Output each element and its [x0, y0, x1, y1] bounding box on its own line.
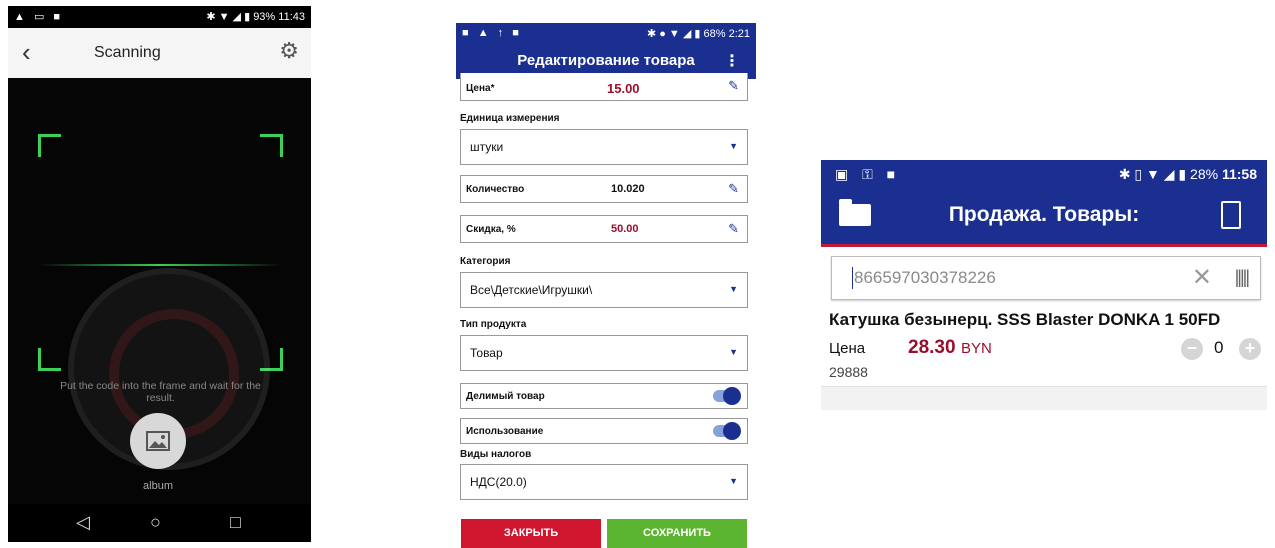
unit-select[interactable]: штуки ▼: [460, 129, 748, 165]
divisible-row: Делимый товар: [460, 383, 748, 409]
image-icon: [146, 431, 170, 451]
page-title: Редактирование товара: [517, 52, 695, 69]
status-bar: ■ ▲ ↑ ■ ✱ ● ▼ ◢ ▮ 68% 2:21: [456, 23, 756, 45]
divisible-label: Делимый товар: [466, 391, 545, 402]
price-label: Цена*: [466, 83, 495, 94]
chevron-down-icon: ▼: [729, 284, 738, 294]
status-icons-right: ✱ ● ▼ ◢ ▮: [646, 28, 704, 40]
price-field[interactable]: Цена* 15.00 ✎: [460, 73, 748, 101]
scanner-screen: ▲ ▭ ■ ✱ ▼ ◢ ▮ 93% 11:43 ‹ Scanning ⚙ Put…: [8, 6, 311, 542]
discount-label: Скидка, %: [466, 224, 516, 235]
status-icons: ▲ ▭ ■: [14, 11, 64, 23]
usage-row: Использование: [460, 418, 748, 444]
edit-pencil-icon[interactable]: ✎: [728, 78, 739, 94]
tax-value: НДС(20.0): [470, 475, 527, 489]
currency: BYN: [961, 340, 992, 357]
quantity-value: 10.020: [611, 183, 645, 195]
status-icons-right: ✱ ▼ ◢ ▮: [206, 11, 254, 23]
product-type-value: Товар: [470, 346, 503, 360]
unit-label: Единица измерения: [460, 113, 560, 124]
album-label: album: [143, 480, 173, 492]
barcode-search-input[interactable]: 866597030378226 ✕ |||||: [831, 256, 1261, 300]
battery-percent: 28%: [1190, 166, 1219, 182]
category-label: Категория: [460, 256, 511, 267]
category-value: Все\Детские\Игрушки\: [470, 283, 593, 297]
scanner-header: ‹ Scanning ⚙: [8, 28, 311, 78]
price-label: Цена: [829, 340, 866, 357]
tax-select[interactable]: НДС(20.0) ▼: [460, 464, 748, 500]
more-menu-icon[interactable]: ⋮: [724, 51, 740, 71]
clock: 11:43: [278, 11, 305, 23]
quantity-value: 0: [1214, 338, 1224, 357]
product-name[interactable]: Катушка безынерц. SSS Blaster DONKA 1 50…: [829, 310, 1220, 330]
product-type-select[interactable]: Товар ▼: [460, 335, 748, 371]
status-icons-right: ✱ ▯ ▼ ◢ ▮: [1118, 166, 1191, 182]
album-button[interactable]: [130, 413, 186, 469]
usage-label: Использование: [466, 426, 544, 437]
app-toolbar: Продажа. Товары:: [821, 188, 1267, 247]
page-title: Продажа. Товары:: [948, 203, 1140, 226]
status-bar: ▲ ▭ ■ ✱ ▼ ◢ ▮ 93% 11:43: [8, 6, 311, 28]
product-editor-screen: ■ ▲ ↑ ■ ✱ ● ▼ ◢ ▮ 68% 2:21 Редактировани…: [456, 23, 756, 548]
frame-corner-bottom-left: [38, 348, 61, 371]
increment-button[interactable]: +: [1239, 338, 1261, 360]
unit-value: штуки: [470, 140, 504, 154]
page-title: Scanning: [94, 44, 161, 61]
gear-icon[interactable]: ⚙: [279, 38, 299, 64]
nav-recents-icon[interactable]: □: [230, 512, 241, 533]
category-select[interactable]: Все\Детские\Игрушки\ ▼: [460, 272, 748, 308]
sale-screen: ▣ ⚿ ■ ✱ ▯ ▼ ◢ ▮ 28% 11:58 Продажа. Товар…: [821, 160, 1267, 410]
chevron-down-icon: ▼: [729, 476, 738, 486]
clock: 11:58: [1221, 166, 1257, 182]
nav-home-icon[interactable]: ○: [150, 512, 161, 533]
calculator-icon[interactable]: [1221, 201, 1241, 229]
clear-icon[interactable]: ✕: [1192, 263, 1212, 292]
decrement-button[interactable]: −: [1181, 338, 1203, 360]
discount-field[interactable]: Скидка, % 50.00 ✎: [460, 215, 748, 243]
system-nav-bar: ◁ ○ □: [8, 504, 311, 542]
frame-corner-top-right: [260, 134, 283, 157]
chevron-down-icon: ▼: [729, 347, 738, 357]
discount-value: 50.00: [611, 223, 639, 235]
back-icon[interactable]: ‹: [22, 38, 31, 66]
list-divider: [821, 386, 1267, 410]
edit-pencil-icon[interactable]: ✎: [728, 221, 739, 237]
chevron-down-icon: ▼: [729, 141, 738, 151]
search-value: 866597030378226: [854, 268, 996, 287]
status-icons: ▣ ⚿ ■: [835, 166, 901, 182]
divisible-toggle[interactable]: [713, 387, 741, 405]
status-bar: ▣ ⚿ ■ ✱ ▯ ▼ ◢ ▮ 28% 11:58: [821, 160, 1267, 188]
clock: 2:21: [728, 28, 750, 40]
product-price: 28.30: [908, 337, 956, 358]
status-icons: ■ ▲ ↑ ■: [462, 27, 522, 39]
usage-toggle[interactable]: [713, 422, 741, 440]
edit-pencil-icon[interactable]: ✎: [728, 181, 739, 197]
nav-back-icon[interactable]: ◁: [76, 512, 90, 533]
battery-percent: 68%: [703, 28, 726, 40]
quantity-field[interactable]: Количество 10.020 ✎: [460, 175, 748, 203]
product-code: 29888: [829, 364, 868, 380]
barcode-icon[interactable]: |||||: [1235, 267, 1250, 288]
camera-viewport: Put the code into the frame and wait for…: [8, 78, 311, 504]
product-type-label: Тип продукта: [460, 319, 527, 330]
quantity-label: Количество: [466, 184, 525, 195]
text-cursor: [852, 267, 853, 289]
close-button[interactable]: ЗАКРЫТЬ: [461, 519, 601, 548]
scan-line: [38, 264, 282, 266]
save-button[interactable]: СОХРАНИТЬ: [607, 519, 747, 548]
battery-percent: 93%: [253, 11, 276, 23]
tax-label: Виды налогов: [460, 449, 532, 460]
scan-hint: Put the code into the frame and wait for…: [60, 380, 261, 404]
price-value: 15.00: [607, 81, 640, 96]
frame-corner-top-left: [38, 134, 61, 157]
